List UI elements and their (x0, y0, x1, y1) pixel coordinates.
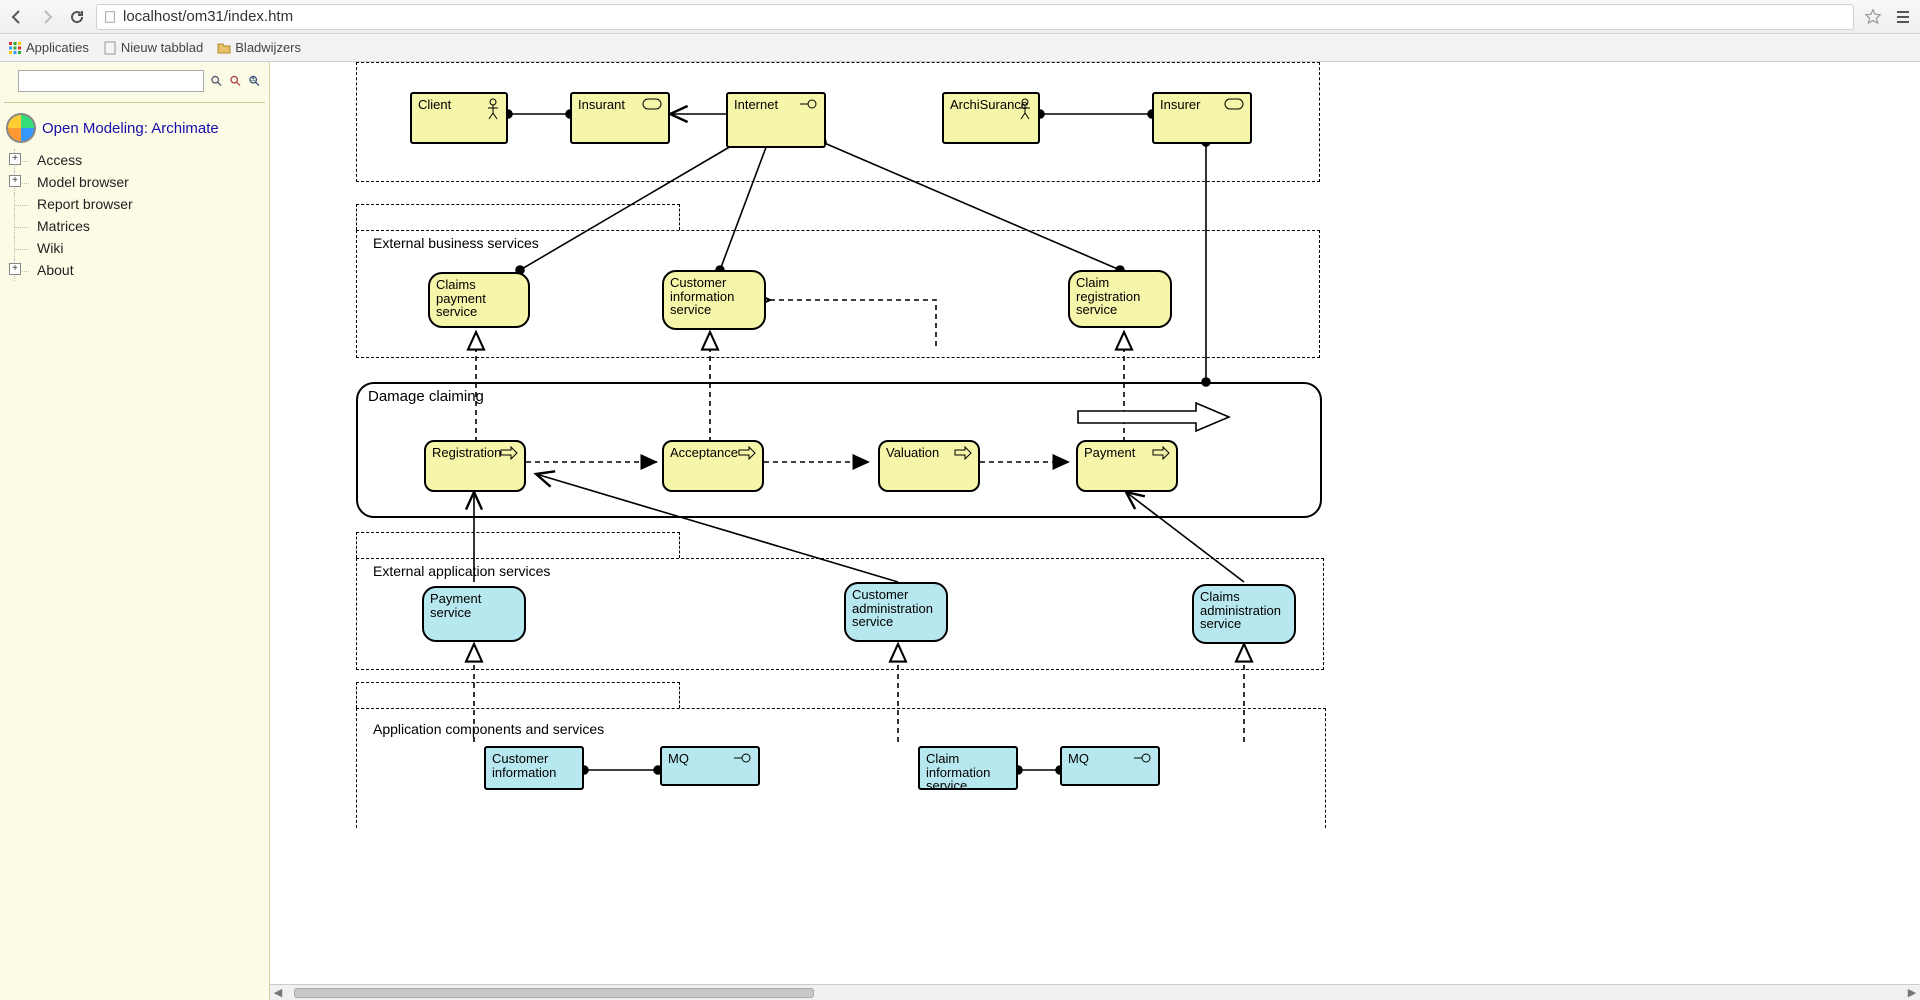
bookmarks-bar: Applicaties Nieuw tabblad Bladwijzers (0, 34, 1920, 62)
back-button[interactable] (6, 6, 28, 28)
node-claims-payment-service[interactable]: Claims payment service (428, 272, 530, 328)
sidebar: Open Modeling: Archimate +Access +Model … (0, 62, 270, 1000)
node-insurer[interactable]: Insurer (1152, 92, 1252, 144)
process-icon (500, 446, 518, 460)
expand-icon[interactable]: + (9, 175, 21, 187)
menu-button[interactable] (1892, 6, 1914, 28)
find-user-icon[interactable] (248, 71, 261, 91)
brand-link[interactable]: Open Modeling: Archimate (42, 120, 219, 137)
bookmark-folder[interactable]: Bladwijzers (217, 40, 301, 55)
nav-tree: +Access +Model browser Report browser Ma… (4, 149, 265, 281)
address-bar[interactable]: localhost/om31/index.htm (96, 4, 1854, 30)
diagram-canvas[interactable]: Client Insurant Internet ArchiSurance In… (270, 62, 1920, 1000)
node-customer-info-comp[interactable]: Customer information (484, 746, 584, 790)
bookmark-star-icon[interactable] (1862, 6, 1884, 28)
node-client[interactable]: Client (410, 92, 508, 144)
tree-item-about[interactable]: +About (14, 259, 265, 281)
node-payment-service-app[interactable]: Payment service (422, 586, 526, 642)
diagram-connectors (270, 62, 1830, 1000)
reload-button[interactable] (66, 6, 88, 28)
node-mq2[interactable]: MQ (1060, 746, 1160, 786)
group-label: External application services (371, 563, 552, 579)
node-customer-admin-service[interactable]: Customer administration service (844, 582, 948, 642)
interface-icon (798, 98, 818, 110)
bookmark-new-tab[interactable]: Nieuw tabblad (103, 40, 203, 55)
tree-item-report-browser[interactable]: Report browser (14, 193, 265, 215)
node-registration[interactable]: Registration (424, 440, 526, 492)
brand: Open Modeling: Archimate (4, 111, 265, 149)
search-input[interactable] (18, 70, 204, 92)
node-acceptance[interactable]: Acceptance (662, 440, 764, 492)
brand-logo-icon (6, 113, 36, 143)
page-icon (103, 41, 117, 55)
browser-toolbar: localhost/om31/index.htm (0, 0, 1920, 34)
node-claims-admin-service[interactable]: Claims administration service (1192, 584, 1296, 644)
group-label: Damage claiming (368, 388, 484, 405)
role-icon (1224, 98, 1244, 110)
apps-label: Applicaties (26, 40, 89, 55)
scroll-left-icon[interactable]: ◀ (270, 986, 286, 999)
apps-icon (8, 41, 22, 55)
folder-icon (217, 41, 231, 55)
group-label: Application components and services (371, 721, 606, 737)
horizontal-scrollbar[interactable]: ◀ ▶ (270, 984, 1920, 1000)
process-icon (1152, 446, 1170, 460)
node-internet[interactable]: Internet (726, 92, 826, 148)
expand-icon[interactable]: + (9, 263, 21, 275)
search-icon[interactable] (210, 71, 223, 91)
forward-button[interactable] (36, 6, 58, 28)
scroll-thumb[interactable] (294, 988, 814, 998)
tree-item-wiki[interactable]: Wiki (14, 237, 265, 259)
group-appcomp-tab (356, 682, 680, 708)
process-icon (954, 446, 972, 460)
node-insurant[interactable]: Insurant (570, 92, 670, 144)
tree-item-model-browser[interactable]: +Model browser (14, 171, 265, 193)
apps-shortcut[interactable]: Applicaties (8, 40, 89, 55)
big-arrow-icon (1076, 402, 1231, 432)
process-icon (738, 446, 756, 460)
node-payment[interactable]: Payment (1076, 440, 1178, 492)
actor-icon (486, 98, 500, 120)
node-archisurance[interactable]: ArchiSurance (942, 92, 1040, 144)
group-extbus-tab (356, 204, 680, 230)
zoom-icon[interactable] (229, 71, 242, 91)
role-icon (642, 98, 662, 110)
group-extapp-tab (356, 532, 680, 558)
node-mq1[interactable]: MQ (660, 746, 760, 786)
node-valuation[interactable]: Valuation (878, 440, 980, 492)
actor-icon (1018, 98, 1032, 120)
node-customer-info-service[interactable]: Customer information service (662, 270, 766, 330)
tree-item-access[interactable]: +Access (14, 149, 265, 171)
tree-item-matrices[interactable]: Matrices (14, 215, 265, 237)
expand-icon[interactable]: + (9, 153, 21, 165)
group-label: External business services (371, 235, 541, 251)
node-claim-info-comp[interactable]: Claim information service (918, 746, 1018, 790)
url-text: localhost/om31/index.htm (123, 8, 293, 25)
page-icon (103, 10, 117, 24)
interface-icon (732, 752, 752, 764)
node-claim-registration-service[interactable]: Claim registration service (1068, 270, 1172, 328)
interface-icon (1132, 752, 1152, 764)
scroll-right-icon[interactable]: ▶ (1904, 986, 1920, 999)
